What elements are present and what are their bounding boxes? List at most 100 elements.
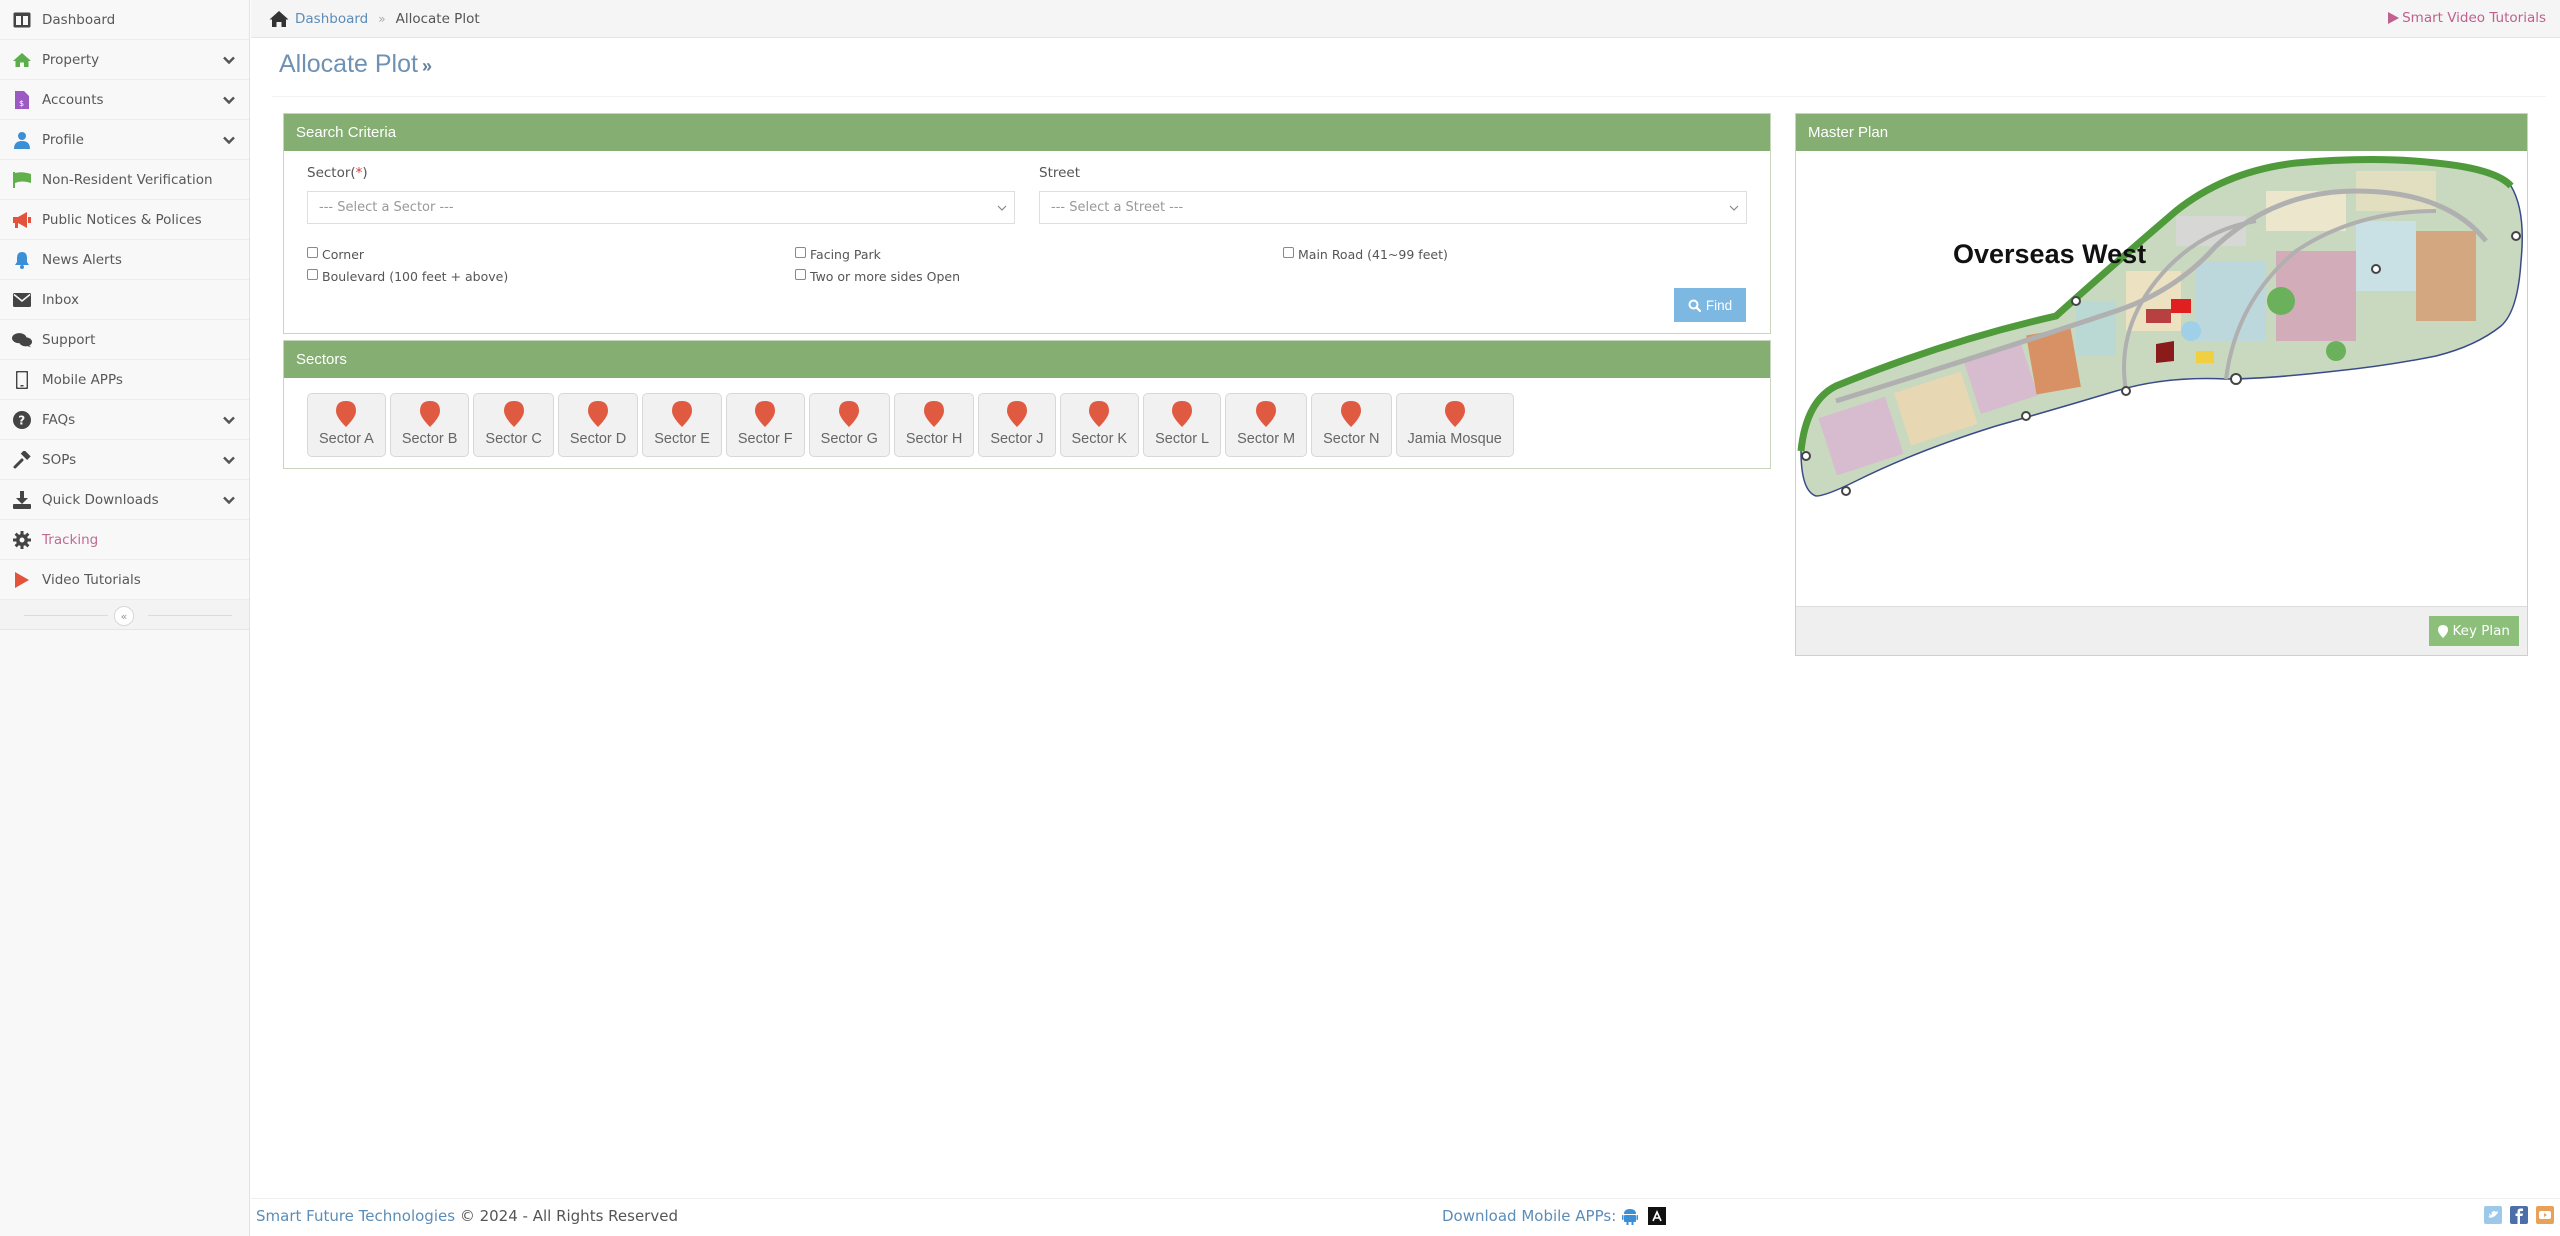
map-marker-icon: [1444, 401, 1465, 427]
map-marker-icon: [755, 401, 776, 427]
master-plan-image: [1797, 156, 2523, 497]
sector-button[interactable]: Jamia Mosque: [1395, 393, 1514, 457]
chevron-down-icon[interactable]: [221, 52, 237, 68]
sidebar-item-sops[interactable]: SOPs: [0, 440, 249, 480]
find-button[interactable]: Find: [1674, 288, 1746, 322]
sector-button[interactable]: Sector N: [1311, 393, 1392, 457]
user-icon: [12, 130, 32, 150]
checkbox-box[interactable]: [795, 247, 806, 258]
sidebar-item-faqs[interactable]: ? FAQs: [0, 400, 249, 440]
corner-checkbox[interactable]: Corner: [307, 247, 364, 262]
envelope-icon: [12, 290, 32, 310]
sector-button[interactable]: Sector D: [557, 393, 639, 457]
sidebar-item-public-notices[interactable]: Public Notices & Polices: [0, 200, 249, 240]
footer: Smart Future Technologies © 2024 - All R…: [251, 1198, 2560, 1236]
sector-button-label: Sector G: [820, 431, 878, 447]
dashboard-icon: [12, 10, 32, 30]
sector-button-label: Sector C: [485, 431, 542, 447]
sector-select[interactable]: --- Select a Sector ---: [307, 191, 1015, 224]
twitter-icon[interactable]: [2484, 1206, 2502, 1224]
main-road-checkbox[interactable]: Main Road (41~99 feet): [1283, 247, 1448, 262]
play-icon: [2388, 12, 2400, 24]
sidebar-item-label: Support: [42, 331, 96, 348]
master-plan-title: Overseas West: [1953, 239, 2147, 269]
facebook-icon[interactable]: [2510, 1206, 2528, 1224]
sidebar-item-support[interactable]: Support: [0, 320, 249, 360]
divider: [272, 96, 2546, 97]
checkbox-box[interactable]: [795, 269, 806, 280]
sidebar-item-property[interactable]: Property: [0, 40, 249, 80]
bell-icon: [12, 250, 32, 270]
two-sides-open-checkbox[interactable]: Two or more sides Open: [795, 269, 960, 284]
key-plan-button[interactable]: Key Plan: [2428, 616, 2519, 646]
sector-button[interactable]: Sector K: [1059, 393, 1140, 457]
map-marker-icon: [839, 401, 860, 427]
sector-button[interactable]: Sector C: [473, 393, 554, 457]
sidebar-item-video-tutorials[interactable]: Video Tutorials: [0, 560, 249, 600]
checkbox-box[interactable]: [307, 247, 318, 258]
youtube-icon[interactable]: [2536, 1206, 2554, 1224]
sector-button[interactable]: Sector A: [307, 393, 386, 457]
panel-heading: Search Criteria: [284, 114, 1770, 151]
sidebar-item-label: SOPs: [42, 451, 77, 468]
smart-video-tutorials-link[interactable]: Smart Video Tutorials: [2388, 10, 2546, 26]
breadcrumb: Dashboard » Allocate Plot Smart Video Tu…: [251, 0, 2560, 38]
sidebar-item-inbox[interactable]: Inbox: [0, 280, 249, 320]
sidebar-item-dashboard[interactable]: Dashboard: [0, 0, 249, 40]
sidebar-item-news-alerts[interactable]: News Alerts: [0, 240, 249, 280]
chevron-down-icon[interactable]: [221, 492, 237, 508]
sector-button-label: Sector N: [1323, 431, 1380, 447]
sidebar: Dashboard Property $ Accounts Profile No…: [0, 0, 250, 1236]
sector-button-label: Sector L: [1155, 431, 1210, 447]
panel-heading: Sectors: [284, 341, 1770, 378]
sector-label-close: ): [362, 165, 368, 181]
divider: [24, 615, 108, 616]
sector-button[interactable]: Sector L: [1143, 393, 1222, 457]
checkbox-box[interactable]: [1283, 247, 1294, 258]
app-store-icon[interactable]: [1648, 1207, 1667, 1225]
sector-button[interactable]: Sector J: [978, 393, 1056, 457]
sidebar-item-quick-downloads[interactable]: Quick Downloads: [0, 480, 249, 520]
chevron-down-icon[interactable]: [221, 412, 237, 428]
brand-link[interactable]: Smart Future Technologies: [256, 1207, 455, 1225]
key-plan-label: Key Plan: [2452, 623, 2511, 639]
sidebar-item-label: Non-Resident Verification: [42, 171, 213, 188]
page-title-text: Allocate Plot: [279, 50, 418, 78]
mobile-icon: [12, 370, 32, 390]
sidebar-item-label: Dashboard: [42, 11, 116, 28]
sector-button[interactable]: Sector G: [808, 393, 890, 457]
sidebar-collapse-button[interactable]: «: [114, 606, 134, 626]
sidebar-item-label: Tracking: [42, 531, 99, 548]
sector-button[interactable]: Sector B: [389, 393, 470, 457]
sidebar-item-non-resident-verification[interactable]: Non-Resident Verification: [0, 160, 249, 200]
chevron-down-icon[interactable]: [221, 92, 237, 108]
panel-heading: Master Plan: [1796, 114, 2527, 151]
map-marker-icon: [588, 401, 609, 427]
sector-button[interactable]: Sector F: [725, 393, 805, 457]
android-icon[interactable]: [1622, 1207, 1639, 1225]
sidebar-item-mobile-apps[interactable]: Mobile APPs: [0, 360, 249, 400]
sector-button-label: Sector D: [569, 431, 627, 447]
tutorials-link-label: Smart Video Tutorials: [2402, 10, 2546, 26]
map-marker-icon: [1341, 401, 1362, 427]
sidebar-item-profile[interactable]: Profile: [0, 120, 249, 160]
map-marker-icon: [503, 401, 524, 427]
play-icon: [12, 570, 32, 590]
invoice-icon: $: [12, 90, 32, 110]
sidebar-item-accounts[interactable]: $ Accounts: [0, 80, 249, 120]
checkbox-box[interactable]: [307, 269, 318, 280]
master-plan-map[interactable]: Overseas West: [1796, 151, 2527, 606]
sector-button[interactable]: Sector M: [1225, 393, 1308, 457]
breadcrumb-dashboard-link[interactable]: Dashboard: [295, 11, 368, 27]
chevron-down-icon[interactable]: [221, 132, 237, 148]
street-select[interactable]: --- Select a Street ---: [1039, 191, 1747, 224]
home-icon: [12, 50, 32, 70]
chevron-down-icon[interactable]: [221, 452, 237, 468]
sector-button[interactable]: Sector E: [642, 393, 722, 457]
sidebar-item-tracking[interactable]: Tracking: [0, 520, 249, 560]
sidebar-item-label: News Alerts: [42, 251, 122, 268]
home-icon[interactable]: [269, 10, 289, 28]
boulevard-checkbox[interactable]: Boulevard (100 feet + above): [307, 269, 508, 284]
sector-button[interactable]: Sector H: [893, 393, 975, 457]
facing-park-checkbox[interactable]: Facing Park: [795, 247, 881, 262]
